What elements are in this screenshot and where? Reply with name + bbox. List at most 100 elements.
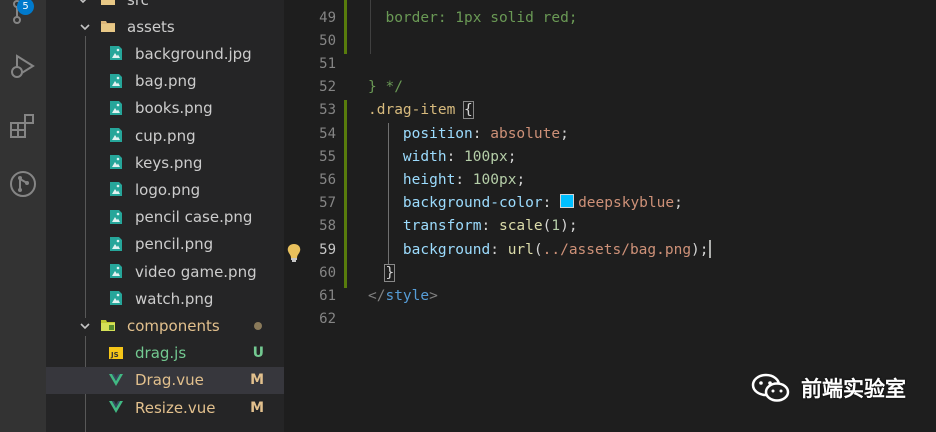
activity-bar: 5 — [0, 0, 46, 432]
tree-item-label: cup.png — [135, 126, 196, 145]
tree-item-label: background.jpg — [135, 44, 252, 63]
tree-file-background-jpg[interactable]: background.jpg — [46, 40, 284, 67]
tree-item-label: components — [127, 316, 220, 335]
code-text[interactable]: } — [368, 262, 396, 285]
image-file-icon — [108, 290, 124, 306]
line-number: 50 — [319, 32, 336, 49]
vue-file-icon — [108, 399, 124, 415]
code-text[interactable]: height: 100px; — [368, 169, 525, 192]
code-text[interactable]: border: 1px solid red; — [368, 7, 577, 30]
code-text[interactable]: .drag-item { — [368, 99, 474, 122]
code-text[interactable]: width: 100px; — [368, 146, 517, 169]
tree-file-cup-png[interactable]: cup.png — [46, 122, 284, 149]
tree-file-keys-png[interactable]: keys.png — [46, 149, 284, 176]
line-number: 57 — [319, 195, 336, 212]
code-line[interactable]: 51 — [284, 53, 936, 76]
tree-file-resize-vue[interactable]: Resize.vue M — [46, 394, 284, 421]
svg-text:JS: JS — [110, 351, 119, 359]
line-number: 55 — [319, 148, 336, 165]
line-number: 62 — [319, 311, 336, 328]
tree-file-drag-js[interactable]: JS drag.js U — [46, 340, 284, 367]
tree-file-bag-png[interactable]: bag.png — [46, 68, 284, 95]
vue-file-icon — [108, 372, 124, 388]
source-control-icon[interactable]: 5 — [0, 0, 46, 34]
code-line[interactable]: 49 border: 1px solid red; — [284, 7, 936, 30]
code-text[interactable]: background-color: deepskyblue; — [368, 192, 683, 215]
image-file-icon — [108, 154, 124, 170]
code-line[interactable]: 52} */ — [284, 76, 936, 99]
tree-file-watch-png[interactable]: watch.png — [46, 285, 284, 312]
code-line[interactable]: 60 } — [284, 262, 936, 285]
extensions-icon[interactable] — [0, 104, 46, 148]
code-line[interactable]: 50 — [284, 30, 936, 53]
tree-file-pencil-png[interactable]: pencil.png — [46, 231, 284, 258]
code-text[interactable]: background: url(../assets/bag.png); — [368, 239, 711, 262]
color-swatch[interactable] — [560, 194, 575, 209]
tree-item-label: drag.js — [135, 344, 187, 363]
tree-item-label: pencil.png — [135, 235, 214, 254]
line-number: 53 — [319, 102, 336, 119]
tree-item-label: logo.png — [135, 180, 201, 199]
watermark-text: 前端实验室 — [801, 377, 906, 401]
tree-item-label: Drag.vue — [135, 371, 204, 390]
run-debug-icon[interactable] — [0, 44, 46, 88]
image-file-icon — [108, 181, 124, 197]
folder-icon — [100, 317, 116, 333]
image-file-icon — [108, 45, 124, 61]
code-text[interactable]: } */ — [368, 76, 403, 99]
code-line[interactable]: 57 background-color: deepskyblue; — [284, 192, 936, 215]
git-status-badge: M — [250, 399, 264, 416]
wechat-icon — [751, 373, 790, 402]
tree-file-books-png[interactable]: books.png — [46, 95, 284, 122]
chevron-down-icon[interactable] — [78, 319, 92, 333]
tree-folder-components[interactable]: components — [46, 312, 284, 339]
code-text[interactable]: transform: scale(1); — [368, 215, 578, 238]
line-number: 51 — [319, 55, 336, 72]
git-graph-icon[interactable] — [0, 162, 46, 206]
image-file-icon — [108, 100, 124, 116]
tree-item-label: video game.png — [135, 262, 257, 281]
code-line[interactable]: 62 — [284, 308, 936, 331]
image-file-icon — [108, 209, 124, 225]
tree-item-label: Resize.vue — [135, 398, 216, 417]
code-text[interactable]: position: absolute; — [368, 123, 569, 146]
chevron-down-icon[interactable] — [76, 0, 90, 7]
explorer-panel: src assets background.jpg bag.png books.png c… — [46, 0, 284, 432]
tree-item-label: pencil case.png — [135, 208, 253, 227]
tree-item-label: books.png — [135, 99, 213, 118]
code-line[interactable]: 56 height: 100px; — [284, 169, 936, 192]
chevron-down-icon[interactable] — [78, 20, 92, 34]
image-file-icon — [108, 127, 124, 143]
code-line[interactable]: 59 background: url(../assets/bag.png); — [284, 239, 936, 262]
code-line[interactable]: 55 width: 100px; — [284, 146, 936, 169]
tree-item-label: keys.png — [135, 153, 203, 172]
git-status-badge: M — [250, 372, 264, 389]
tree-file-drag-vue[interactable]: Drag.vue M — [46, 366, 284, 394]
code-line[interactable]: 53 .drag-item { — [284, 99, 936, 122]
tree-item-label: watch.png — [135, 289, 214, 308]
watermark: 前端实验室 — [751, 372, 906, 404]
line-number: 61 — [319, 287, 336, 304]
code-line[interactable]: 61 </style> — [284, 285, 936, 308]
code-text[interactable]: </style> — [368, 285, 438, 308]
modified-dot-icon — [254, 321, 262, 330]
tree-file-pencil-case-png[interactable]: pencil case.png — [46, 204, 284, 231]
tree-item-label: bag.png — [135, 72, 197, 91]
lightbulb-icon[interactable] — [286, 243, 302, 267]
tree-file-video-game-png[interactable]: video game.png — [46, 258, 284, 285]
line-number: 58 — [319, 218, 336, 235]
tree-file-logo-png[interactable]: logo.png — [46, 176, 284, 203]
text-cursor — [708, 239, 711, 258]
code-line[interactable]: 58 transform: scale(1); — [284, 215, 936, 238]
tree-folder-assets[interactable]: assets — [46, 13, 284, 40]
tree-folder-src[interactable]: src — [46, 0, 284, 13]
line-number: 56 — [319, 171, 336, 188]
line-number: 49 — [319, 9, 336, 26]
code-line[interactable]: 54 position: absolute; — [284, 123, 936, 146]
git-status-badge: U — [252, 345, 264, 362]
js-file-icon: JS — [108, 345, 124, 361]
folder-icon — [100, 0, 116, 7]
tree-item-label: src — [127, 0, 149, 9]
code-editor[interactable]: 49 border: 1px solid red; 50 51 52} */ 53 .dr… — [284, 0, 936, 432]
image-file-icon — [108, 263, 124, 279]
